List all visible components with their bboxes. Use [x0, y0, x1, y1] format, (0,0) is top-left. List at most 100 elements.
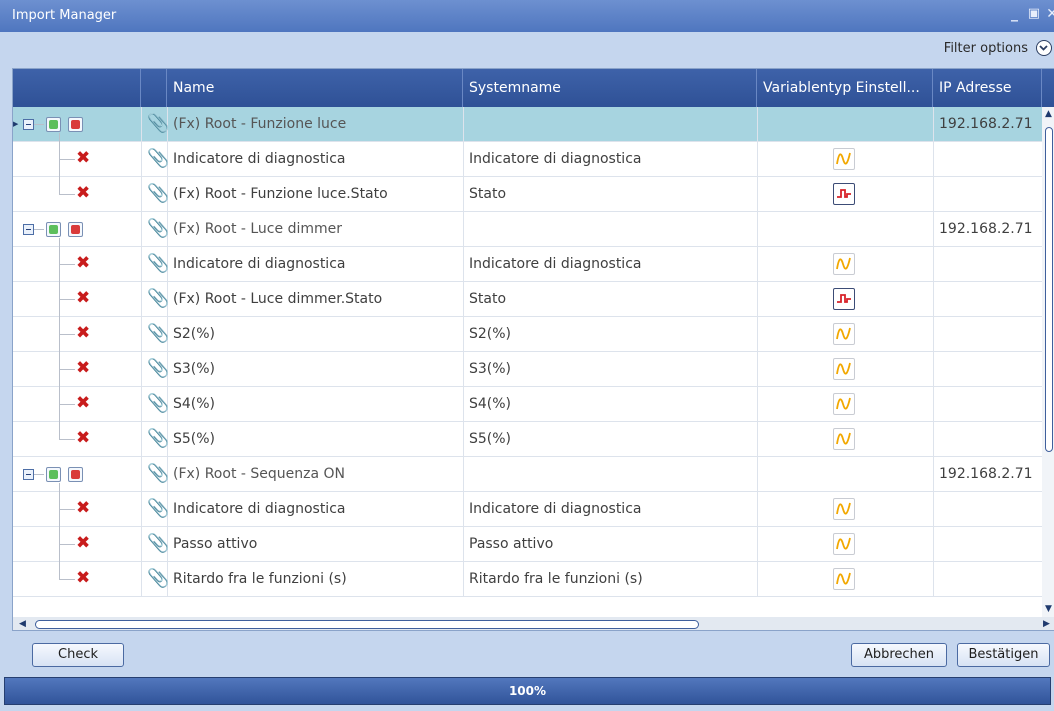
analog-type-icon[interactable]	[833, 533, 855, 555]
table-row[interactable]: ✖ 📎 Indicatore di diagnostica Indicatore di…	[13, 142, 1054, 177]
table-row[interactable]: ✖ 📎 S2(%) S2(%)	[13, 317, 1054, 352]
remove-icon[interactable]: ✖	[76, 323, 90, 343]
name-cell: Passo attivo	[173, 536, 258, 552]
collapse-icon[interactable]	[23, 469, 34, 480]
cancel-button[interactable]: Abbrechen	[851, 643, 947, 667]
table-row[interactable]: ✖ 📎 S5(%) S5(%)	[13, 422, 1054, 457]
table-row[interactable]: ✖ 📎 Passo attivo Passo attivo	[13, 527, 1054, 562]
ip-cell	[939, 387, 1039, 422]
vertical-scroll-thumb[interactable]	[1045, 127, 1053, 452]
collapse-icon[interactable]	[23, 224, 34, 235]
remove-icon[interactable]: ✖	[76, 533, 90, 553]
remove-icon[interactable]: ✖	[76, 288, 90, 308]
analog-type-icon[interactable]	[833, 498, 855, 520]
remove-icon[interactable]: ✖	[76, 253, 90, 273]
analog-type-icon[interactable]	[833, 358, 855, 380]
horizontal-scrollbar[interactable]: ◀ ▶	[13, 617, 1054, 630]
systemname-cell: Indicatore di diagnostica	[469, 501, 642, 517]
analog-type-icon[interactable]	[833, 148, 855, 170]
include-checkbox[interactable]	[46, 117, 61, 132]
header-systemname[interactable]: Systemname	[463, 69, 757, 107]
paperclip-icon: 📎	[147, 428, 170, 449]
vertical-scrollbar[interactable]: ▲ ▼	[1042, 107, 1054, 619]
name-cell: S4(%)	[173, 396, 216, 412]
header-ip[interactable]: IP Adresse	[933, 69, 1042, 107]
paperclip-icon: 📎	[147, 288, 170, 309]
minimize-icon[interactable]: _	[1011, 6, 1018, 22]
progress-bar: 100%	[4, 677, 1051, 705]
include-checkbox[interactable]	[46, 467, 61, 482]
analog-type-icon[interactable]	[833, 568, 855, 590]
confirm-button[interactable]: Bestätigen	[957, 643, 1050, 667]
header-variabletype[interactable]: Variablentyp Einstell...	[757, 69, 933, 107]
include-checkbox[interactable]	[46, 222, 61, 237]
group-row[interactable]: ▶ 📎 (Fx) Root - Funzione luce 192.168.2.71	[13, 107, 1054, 142]
scroll-up-icon[interactable]: ▲	[1045, 109, 1052, 119]
filter-bar: Filter options	[0, 32, 1054, 66]
analog-type-icon[interactable]	[833, 393, 855, 415]
tree-connector	[59, 238, 60, 439]
table-row[interactable]: ✖ 📎 S4(%) S4(%)	[13, 387, 1054, 422]
import-manager-window: Import Manager _ ▣ ✕ Filter options Name…	[0, 0, 1054, 711]
scroll-down-icon[interactable]: ▼	[1045, 604, 1052, 614]
header-name[interactable]: Name	[167, 69, 463, 107]
table-row[interactable]: ✖ 📎 (Fx) Root - Luce dimmer.Stato Stato	[13, 282, 1054, 317]
systemname-cell: S5(%)	[469, 431, 512, 447]
chevron-down-icon[interactable]	[1036, 40, 1052, 56]
systemname-cell: Passo attivo	[469, 536, 554, 552]
remove-icon[interactable]: ✖	[76, 428, 90, 448]
ip-cell	[939, 282, 1039, 317]
systemname-cell: Ritardo fra le funzioni (s)	[469, 571, 643, 587]
name-cell: Indicatore di diagnostica	[173, 151, 346, 167]
remove-icon[interactable]: ✖	[76, 148, 90, 168]
name-cell: S3(%)	[173, 361, 216, 377]
digital-type-icon[interactable]	[833, 183, 855, 205]
group-row[interactable]: 📎 (Fx) Root - Sequenza ON 192.168.2.71	[13, 457, 1054, 492]
import-grid: Name Systemname Variablentyp Einstell...…	[12, 68, 1054, 631]
group-row[interactable]: 📎 (Fx) Root - Luce dimmer 192.168.2.71	[13, 212, 1054, 247]
exclude-checkbox[interactable]	[68, 117, 83, 132]
analog-type-icon[interactable]	[833, 428, 855, 450]
tree-connector	[59, 483, 60, 579]
ip-cell: 192.168.2.71	[939, 466, 1033, 482]
systemname-cell: S3(%)	[469, 361, 512, 377]
exclude-checkbox[interactable]	[68, 467, 83, 482]
header-attach-column	[141, 69, 167, 107]
remove-icon[interactable]: ✖	[76, 393, 90, 413]
digital-type-icon[interactable]	[833, 288, 855, 310]
systemname-cell	[469, 212, 753, 247]
name-cell: S5(%)	[173, 431, 216, 447]
ip-cell: 192.168.2.71	[939, 116, 1033, 132]
analog-type-icon[interactable]	[833, 253, 855, 275]
remove-icon[interactable]: ✖	[76, 498, 90, 518]
horizontal-scroll-thumb[interactable]	[35, 620, 699, 629]
name-cell: (Fx) Root - Funzione luce	[173, 116, 347, 132]
check-button[interactable]: Check	[32, 643, 124, 667]
close-icon[interactable]: ✕	[1046, 6, 1054, 22]
remove-icon[interactable]: ✖	[76, 358, 90, 378]
scroll-left-icon[interactable]: ◀	[19, 619, 26, 629]
table-row[interactable]: ✖ 📎 Indicatore di diagnostica Indicatore di…	[13, 247, 1054, 282]
collapse-icon[interactable]	[23, 119, 34, 130]
maximize-icon[interactable]: ▣	[1028, 6, 1040, 21]
paperclip-icon: 📎	[147, 498, 170, 519]
systemname-cell: S2(%)	[469, 326, 512, 342]
scroll-right-icon[interactable]: ▶	[1043, 619, 1050, 629]
ip-cell	[939, 142, 1039, 177]
remove-icon[interactable]: ✖	[76, 568, 90, 588]
analog-type-icon[interactable]	[833, 323, 855, 345]
paperclip-icon: 📎	[147, 218, 170, 239]
name-cell: Indicatore di diagnostica	[173, 501, 346, 517]
exclude-checkbox[interactable]	[68, 222, 83, 237]
filter-options-label[interactable]: Filter options	[944, 41, 1028, 56]
table-row[interactable]: ✖ 📎 S3(%) S3(%)	[13, 352, 1054, 387]
paperclip-icon: 📎	[147, 463, 170, 484]
remove-icon[interactable]: ✖	[76, 183, 90, 203]
table-row[interactable]: ✖ 📎 Indicatore di diagnostica Indicatore di…	[13, 492, 1054, 527]
table-row[interactable]: ✖ 📎 Ritardo fra le funzioni (s) Ritardo fra…	[13, 562, 1054, 597]
grid-header: Name Systemname Variablentyp Einstell...…	[13, 69, 1054, 107]
paperclip-icon: 📎	[147, 393, 170, 414]
table-row[interactable]: ✖ 📎 (Fx) Root - Funzione luce.Stato Stato	[13, 177, 1054, 212]
systemname-cell	[469, 107, 753, 142]
name-cell: (Fx) Root - Luce dimmer.Stato	[173, 291, 383, 307]
